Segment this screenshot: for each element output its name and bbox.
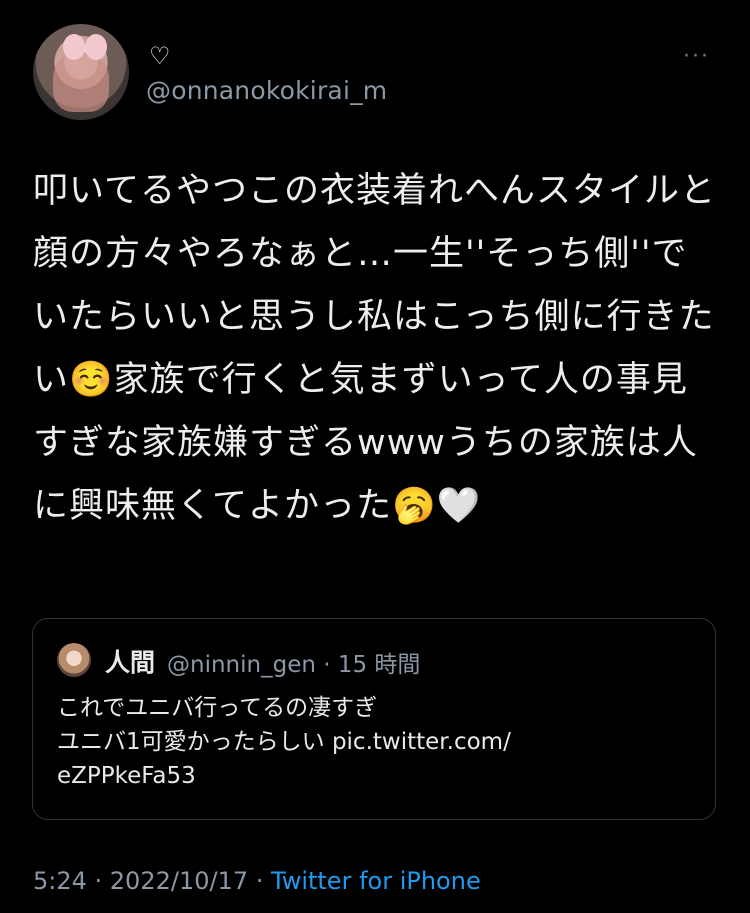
quoted-tweet[interactable]: 人間 @ninnin_gen · 15 時間 これでユニバ行ってるの凄すぎ ユニ…: [32, 618, 716, 820]
quoted-text-line-3: eZPPkeFa53: [57, 763, 196, 789]
tweet-text: 叩いてるやつこの衣装着れへんスタイルと顔の方々やろなぁと…一生''そっち側''で…: [33, 171, 716, 526]
quoted-text-line-2: ユニバ1可愛かったらしい pic.twitter.com/: [57, 729, 511, 755]
quoted-text-line-1: これでユニバ行ってるの凄すぎ: [57, 695, 378, 721]
user-handle[interactable]: @onnanokokirai_m: [146, 76, 387, 105]
display-name[interactable]: ♡: [149, 42, 171, 70]
tweet-footer: 5:24 · 2022/10/17 · Twitter for iPhone: [33, 867, 481, 895]
avatar-ear-left: [63, 34, 85, 60]
quoted-avatar[interactable]: [57, 643, 91, 677]
avatar-hair: [53, 52, 109, 112]
tweet-header: ♡ @onnanokokirai_m ···: [33, 24, 723, 124]
source-app-link[interactable]: Twitter for iPhone: [271, 867, 481, 895]
tweet-time-date: 5:24 · 2022/10/17 ·: [33, 867, 271, 895]
profile-avatar[interactable]: [33, 24, 129, 120]
quoted-tweet-text: これでユニバ行ってるの凄すぎ ユニバ1可愛かったらしい pic.twitter.…: [57, 691, 697, 793]
avatar-ear-right: [85, 34, 107, 60]
quoted-display-name[interactable]: 人間: [105, 643, 155, 679]
quoted-handle-time: @ninnin_gen · 15 時間: [167, 652, 421, 678]
more-options-icon[interactable]: ···: [683, 44, 710, 69]
